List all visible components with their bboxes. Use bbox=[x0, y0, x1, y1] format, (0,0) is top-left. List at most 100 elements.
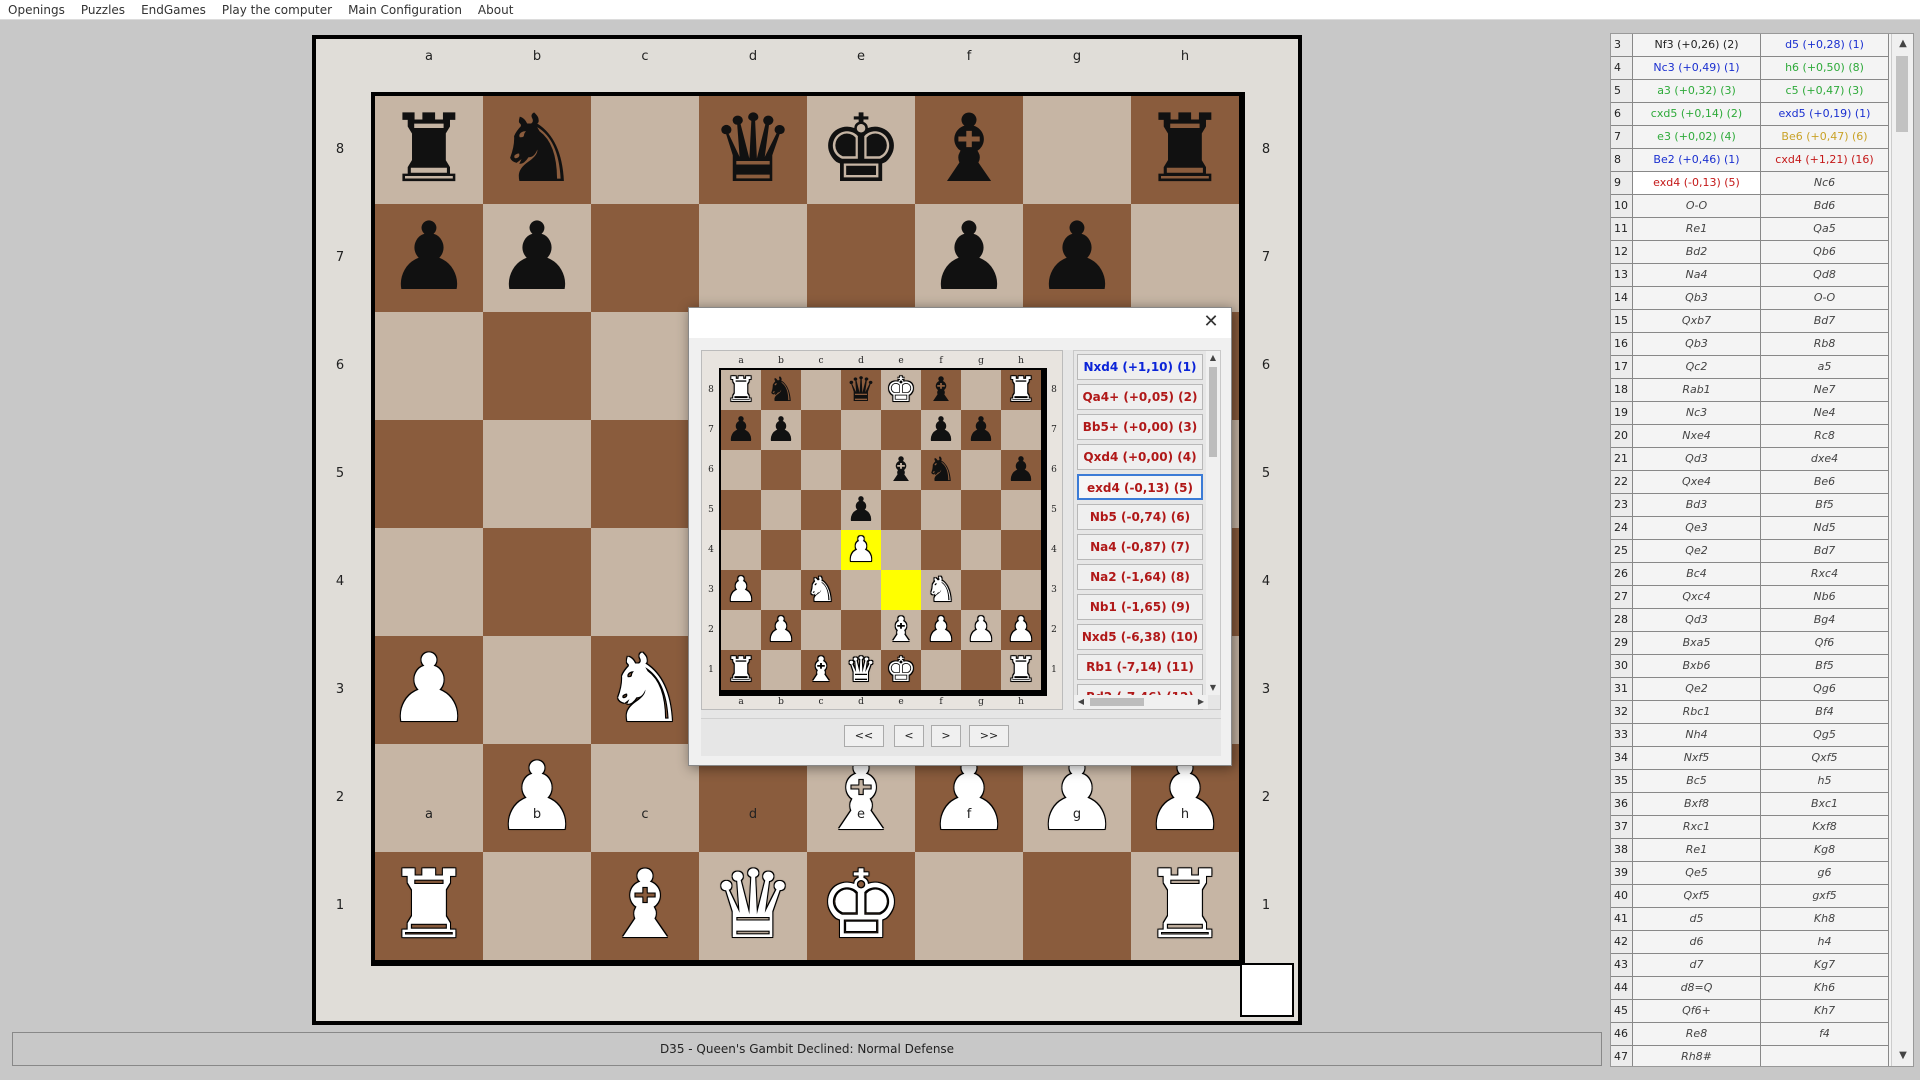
mini-square-c8[interactable] bbox=[801, 370, 841, 410]
black-queen-icon[interactable]: ♛ bbox=[711, 103, 795, 197]
mini-square-e6[interactable]: ♝ bbox=[881, 450, 921, 490]
black-move-cell[interactable]: Be6 (+0,47) (6) bbox=[1761, 126, 1889, 148]
mini-square-f3[interactable]: ♞ bbox=[921, 570, 961, 610]
white-move-cell[interactable]: Nxe4 bbox=[1633, 425, 1761, 447]
white-move-cell[interactable]: Bc4 bbox=[1633, 563, 1761, 585]
black-rook-icon[interactable]: ♜ bbox=[1143, 103, 1227, 197]
mini-square-e1[interactable]: ♚ bbox=[881, 650, 921, 690]
black-move-cell[interactable]: a5 bbox=[1761, 356, 1889, 378]
black-move-cell[interactable]: Bf4 bbox=[1761, 701, 1889, 723]
main-square-h7[interactable] bbox=[1131, 204, 1239, 312]
black-move-cell[interactable]: c5 (+0,47) (3) bbox=[1761, 80, 1889, 102]
mini-square-d5[interactable]: ♟ bbox=[841, 490, 881, 530]
black-move-cell[interactable]: Rb8 bbox=[1761, 333, 1889, 355]
mini-square-c1[interactable]: ♝ bbox=[801, 650, 841, 690]
white-pawn-icon[interactable]: ♟ bbox=[387, 643, 471, 737]
white-move-cell[interactable]: cxd5 (+0,14) (2) bbox=[1633, 103, 1761, 125]
main-square-a7[interactable]: ♟ bbox=[375, 204, 483, 312]
black-move-cell[interactable]: Kh6 bbox=[1761, 977, 1889, 999]
white-move-cell[interactable]: Nxf5 bbox=[1633, 747, 1761, 769]
variant-list-vscrollbar[interactable]: ▲ ▼ bbox=[1206, 351, 1220, 695]
mini-square-g7[interactable]: ♟ bbox=[961, 410, 1001, 450]
mini-square-d3[interactable] bbox=[841, 570, 881, 610]
white-move-cell[interactable]: Rh8# bbox=[1633, 1046, 1761, 1066]
white-pawn-icon[interactable]: ♟ bbox=[726, 573, 756, 607]
white-rook-icon[interactable]: ♜ bbox=[1143, 859, 1227, 953]
black-pawn-icon[interactable]: ♟ bbox=[766, 413, 796, 447]
white-move-cell[interactable]: Qxf5 bbox=[1633, 885, 1761, 907]
white-pawn-icon[interactable]: ♟ bbox=[495, 751, 579, 845]
main-square-c2[interactable] bbox=[591, 744, 699, 852]
white-move-cell[interactable]: Nf3 (+0,26) (2) bbox=[1633, 34, 1761, 56]
black-move-cell[interactable]: Bf5 bbox=[1761, 655, 1889, 677]
white-queen-icon[interactable]: ♛ bbox=[711, 859, 795, 953]
menu-endgames[interactable]: EndGames bbox=[133, 0, 214, 20]
menu-about[interactable]: About bbox=[470, 0, 521, 20]
mini-square-a1[interactable]: ♜ bbox=[721, 650, 761, 690]
mini-square-c5[interactable] bbox=[801, 490, 841, 530]
white-knight-icon[interactable]: ♞ bbox=[926, 573, 956, 607]
black-pawn-icon[interactable]: ♟ bbox=[1035, 211, 1119, 305]
mini-square-f7[interactable]: ♟ bbox=[921, 410, 961, 450]
black-move-cell[interactable]: Rc8 bbox=[1761, 425, 1889, 447]
black-pawn-icon[interactable]: ♟ bbox=[1006, 453, 1036, 487]
mini-square-c7[interactable] bbox=[801, 410, 841, 450]
white-move-cell[interactable]: Bxb6 bbox=[1633, 655, 1761, 677]
white-move-cell[interactable]: d5 bbox=[1633, 908, 1761, 930]
mini-square-g4[interactable] bbox=[961, 530, 1001, 570]
mini-square-a8[interactable]: ♜ bbox=[721, 370, 761, 410]
white-bishop-icon[interactable]: ♝ bbox=[886, 613, 916, 647]
main-square-b2[interactable]: ♟ bbox=[483, 744, 591, 852]
mini-square-b8[interactable]: ♞ bbox=[761, 370, 801, 410]
black-move-cell[interactable]: Bg4 bbox=[1761, 609, 1889, 631]
white-move-cell[interactable]: Qb3 bbox=[1633, 287, 1761, 309]
black-move-cell[interactable]: Qg5 bbox=[1761, 724, 1889, 746]
main-square-d1[interactable]: ♛ bbox=[699, 852, 807, 960]
black-move-cell[interactable]: Ne7 bbox=[1761, 379, 1889, 401]
variant-button[interactable]: Qxd4 (+0,00) (4) bbox=[1077, 444, 1203, 470]
black-move-cell[interactable]: Qa5 bbox=[1761, 218, 1889, 240]
mini-square-a2[interactable] bbox=[721, 610, 761, 650]
previous-move-button[interactable]: < bbox=[894, 725, 924, 747]
arrow-down-icon[interactable]: ▼ bbox=[1892, 1046, 1913, 1066]
black-knight-icon[interactable]: ♞ bbox=[926, 453, 956, 487]
black-knight-icon[interactable]: ♞ bbox=[495, 103, 579, 197]
white-move-cell[interactable]: Nh4 bbox=[1633, 724, 1761, 746]
variant-button[interactable]: Na2 (-1,64) (8) bbox=[1077, 564, 1203, 590]
white-move-cell[interactable]: Qf6+ bbox=[1633, 1000, 1761, 1022]
black-pawn-icon[interactable]: ♟ bbox=[966, 413, 996, 447]
main-square-f7[interactable]: ♟ bbox=[915, 204, 1023, 312]
black-bishop-icon[interactable]: ♝ bbox=[886, 453, 916, 487]
white-move-cell[interactable]: Qe2 bbox=[1633, 678, 1761, 700]
mini-square-c6[interactable] bbox=[801, 450, 841, 490]
mini-square-h5[interactable] bbox=[1001, 490, 1041, 530]
white-move-cell[interactable]: Qxb7 bbox=[1633, 310, 1761, 332]
main-square-a6[interactable] bbox=[375, 312, 483, 420]
mini-square-e8[interactable]: ♚ bbox=[881, 370, 921, 410]
black-move-cell[interactable]: Bd7 bbox=[1761, 540, 1889, 562]
main-square-f8[interactable]: ♝ bbox=[915, 96, 1023, 204]
mini-square-h6[interactable]: ♟ bbox=[1001, 450, 1041, 490]
main-square-b5[interactable] bbox=[483, 420, 591, 528]
black-move-cell[interactable]: Qb6 bbox=[1761, 241, 1889, 263]
mini-square-e3[interactable] bbox=[881, 570, 921, 610]
mini-square-b6[interactable] bbox=[761, 450, 801, 490]
white-move-cell[interactable]: d6 bbox=[1633, 931, 1761, 953]
main-square-h1[interactable]: ♜ bbox=[1131, 852, 1239, 960]
black-move-cell[interactable]: cxd4 (+1,21) (16) bbox=[1761, 149, 1889, 171]
main-square-a3[interactable]: ♟ bbox=[375, 636, 483, 744]
main-square-b6[interactable] bbox=[483, 312, 591, 420]
white-pawn-icon[interactable]: ♟ bbox=[966, 613, 996, 647]
black-move-cell[interactable]: f4 bbox=[1761, 1023, 1889, 1045]
white-move-cell[interactable]: Bd2 bbox=[1633, 241, 1761, 263]
main-square-h8[interactable]: ♜ bbox=[1131, 96, 1239, 204]
black-move-cell[interactable]: Be6 bbox=[1761, 471, 1889, 493]
black-pawn-icon[interactable]: ♟ bbox=[726, 413, 756, 447]
menu-openings[interactable]: Openings bbox=[0, 0, 73, 20]
white-move-cell[interactable]: Na4 bbox=[1633, 264, 1761, 286]
white-rook-icon[interactable]: ♜ bbox=[726, 653, 756, 687]
arrow-up-icon[interactable]: ▲ bbox=[1892, 34, 1913, 54]
mini-square-h4[interactable] bbox=[1001, 530, 1041, 570]
white-king-icon[interactable]: ♚ bbox=[819, 859, 903, 953]
white-pawn-icon[interactable]: ♟ bbox=[766, 613, 796, 647]
